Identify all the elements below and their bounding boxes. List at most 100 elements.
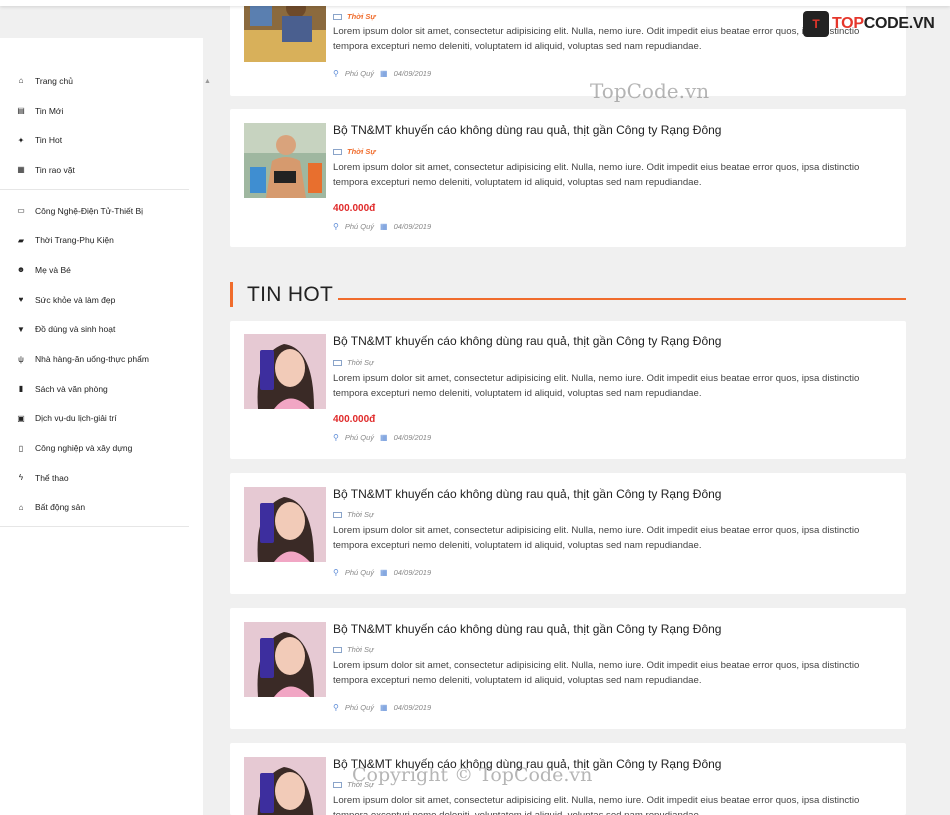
news-thumbnail[interactable] xyxy=(244,123,326,198)
sidebar-item-label: Đồ dùng và sinh hoạt xyxy=(35,324,116,335)
watermark-bottom: Copyright © TopCode.vn xyxy=(352,764,593,786)
news-excerpt: Lorem ipsum dolor sit amet, consectetur … xyxy=(333,373,860,399)
menu-group-categories: ▭ Công Nghệ-Điện Tử-Thiết Bị ▰ Thời Trang-… xyxy=(0,190,189,528)
sidebar-item-label: Tin Mới xyxy=(35,105,64,116)
sidebar-item-bat-dong-san[interactable]: ⌂ Bất động sản xyxy=(0,493,189,523)
news-thumbnail[interactable] xyxy=(244,0,326,62)
news-meta: ⚲ Phú Quý ▦ 04/09/2019 xyxy=(333,568,432,577)
newspaper-icon xyxy=(333,511,342,518)
news-thumbnail[interactable] xyxy=(244,757,326,815)
sidebar-item-suc-khoe[interactable]: ♥ Sức khỏe và làm đẹp xyxy=(0,285,189,315)
logo-suffix: CODE.VN xyxy=(863,15,935,32)
sidebar-item-label: Nhà hàng-ăn uống-thực phẩm xyxy=(35,354,149,365)
news-title[interactable]: Bộ TN&MT khuyến cáo không dùng rau quả, … xyxy=(333,334,721,348)
section-accent-bar xyxy=(230,282,233,307)
sidebar-item-do-dung[interactable]: ▼ Đồ dùng và sinh hoạt xyxy=(0,315,189,345)
book-icon: ▮ xyxy=(18,384,24,394)
news-card[interactable]: Bộ TN&MT khuyến cáo không dùng rau quả, … xyxy=(230,321,906,459)
sidebar-item-label: Công Nghệ-Điện Tử-Thiết Bị xyxy=(35,205,144,216)
news-category[interactable]: Thời Sự xyxy=(333,510,374,519)
logo-prefix: TOP xyxy=(832,15,864,32)
glass-icon: ▼ xyxy=(17,324,25,334)
news-meta: ⚲ Phú Quý ▦ 04/09/2019 xyxy=(333,703,432,712)
news-excerpt: Lorem ipsum dolor sit amet, consectetur … xyxy=(333,795,860,815)
newspaper-icon xyxy=(333,781,342,788)
bolt-icon: ϟ xyxy=(18,473,24,483)
scroll-up-arrow-icon[interactable]: ▲ xyxy=(204,78,211,85)
news-meta: ⚲ Phú Quý ▦ 04/09/2019 xyxy=(333,222,432,231)
sidebar-item-cong-nghiep[interactable]: ▯ Công nghiệp và xây dựng xyxy=(0,433,189,463)
news-category[interactable]: Thời Sự xyxy=(333,358,374,367)
sidebar-item-label: Công nghiệp và xây dựng xyxy=(35,443,133,454)
sidebar-item-label: Mẹ và Bé xyxy=(35,264,71,275)
news-category[interactable]: Thời Sự xyxy=(333,147,376,156)
sidebar-item-label: Sách và văn phòng xyxy=(35,383,108,394)
sidebar-item-sach[interactable]: ▮ Sách và văn phòng xyxy=(0,374,189,404)
fire-icon: ✦ xyxy=(17,135,25,145)
sidebar-item-label: Thể thao xyxy=(35,472,69,483)
sidebar-menu: ▲ ⌂ Trang chủ ▤ Tin Mới ✦ Tin Hot ▦ Tin rao … xyxy=(0,38,211,815)
sidebar-item-tin-rao-vat[interactable]: ▦ Tin rao vặt xyxy=(0,155,189,185)
sidebar-item-label: Sức khỏe và làm đẹp xyxy=(35,294,116,305)
news-thumbnail[interactable] xyxy=(244,487,326,562)
news-card[interactable]: Bộ TN&MT khuyến cáo không dùng rau quả, … xyxy=(230,109,906,247)
logo-mark-icon: T xyxy=(803,11,829,37)
news-card[interactable]: Bộ TN&MT khuyến cáo không dùng rau quả, … xyxy=(230,473,906,594)
sidebar-item-label: Thời Trang-Phụ Kiện xyxy=(35,235,114,246)
users-icon: ☻ xyxy=(16,265,26,275)
bag-icon: ▰ xyxy=(17,235,25,245)
news-thumbnail[interactable] xyxy=(244,622,326,697)
sidebar-item-label: Dịch vụ-du lịch-giải trí xyxy=(35,413,117,424)
map-marker-icon: ⚲ xyxy=(333,222,339,231)
sidebar-item-tin-hot[interactable]: ✦ Tin Hot xyxy=(0,125,189,155)
home-icon: ⌂ xyxy=(18,76,24,86)
news-category[interactable]: Thời Sự xyxy=(333,645,374,654)
news-excerpt: Lorem ipsum dolor sit amet, consectetur … xyxy=(333,660,860,686)
building-icon: ▯ xyxy=(18,443,24,453)
newspaper-icon xyxy=(333,646,342,653)
home-icon: ⌂ xyxy=(18,502,24,512)
site-logo[interactable]: T TOPCODE.VN xyxy=(803,11,935,37)
sidebar-item-label: Tin Hot xyxy=(35,135,63,146)
newspaper-icon xyxy=(333,148,342,155)
map-marker-icon: ⚲ xyxy=(333,568,339,577)
news-card[interactable]: Bộ TN&MT khuyến cáo không dùng rau quả, … xyxy=(230,608,906,729)
news-meta: ⚲ Phú Quý ▦ 04/09/2019 xyxy=(333,69,432,78)
news-title[interactable]: Bộ TN&MT khuyến cáo không dùng rau quả, … xyxy=(333,123,721,137)
suitcase-icon: ▣ xyxy=(17,413,25,423)
menu-group-main: ⌂ Trang chủ ▤ Tin Mới ✦ Tin Hot ▦ Tin rao vặ… xyxy=(0,38,189,190)
news-title[interactable]: Bộ TN&MT khuyến cáo không dùng rau quả, … xyxy=(333,622,721,636)
sidebar-item-me-va-be[interactable]: ☻ Mẹ và Bé xyxy=(0,255,189,285)
map-marker-icon: ⚲ xyxy=(333,433,339,442)
news-category[interactable]: Thời Sự xyxy=(333,12,376,21)
news-meta: ⚲ Phú Quý ▦ 04/09/2019 xyxy=(333,433,432,442)
sidebar-item-cong-nghe[interactable]: ▭ Công Nghệ-Điện Tử-Thiết Bị xyxy=(0,196,189,226)
calendar-icon: ▦ xyxy=(380,222,388,231)
sidebar-item-label: Trang chủ xyxy=(35,75,73,86)
news-price: 400.000đ xyxy=(333,203,376,214)
sidebar-item-trang-chu[interactable]: ⌂ Trang chủ xyxy=(0,66,189,96)
news-title[interactable]: Bộ TN&MT khuyến cáo không dùng rau quả, … xyxy=(333,487,721,501)
watermark-top: TopCode.vn xyxy=(590,79,710,103)
sidebar-item-tin-moi[interactable]: ▤ Tin Mới xyxy=(0,96,189,126)
sidebar-item-label: Tin rao vặt xyxy=(35,164,75,175)
news-excerpt: Lorem ipsum dolor sit amet, consectetur … xyxy=(333,525,860,551)
map-marker-icon: ⚲ xyxy=(333,69,339,78)
calendar-icon: ▦ xyxy=(380,703,388,712)
newspaper-icon xyxy=(333,359,342,366)
sidebar-item-label: Bất động sản xyxy=(35,502,86,513)
calendar-icon: ▦ xyxy=(380,69,388,78)
laptop-icon: ▭ xyxy=(17,206,25,216)
news-excerpt: Lorem ipsum dolor sit amet, consectetur … xyxy=(333,162,860,188)
section-divider xyxy=(338,298,906,300)
news-price: 400.000đ xyxy=(333,414,376,425)
sidebar-item-the-thao[interactable]: ϟ Thể thao xyxy=(0,463,189,493)
sidebar-item-thoi-trang[interactable]: ▰ Thời Trang-Phụ Kiện xyxy=(0,225,189,255)
sidebar-item-dich-vu[interactable]: ▣ Dịch vụ-du lịch-giải trí xyxy=(0,404,189,434)
calendar-icon: ▦ xyxy=(380,568,388,577)
news-thumbnail[interactable] xyxy=(244,334,326,409)
newspaper-icon xyxy=(333,13,342,20)
sidebar-item-nha-hang[interactable]: ψ Nhà hàng-ăn uống-thực phẩm xyxy=(0,344,189,374)
top-header-bar xyxy=(0,0,950,6)
section-title: TIN HOT xyxy=(247,283,334,306)
